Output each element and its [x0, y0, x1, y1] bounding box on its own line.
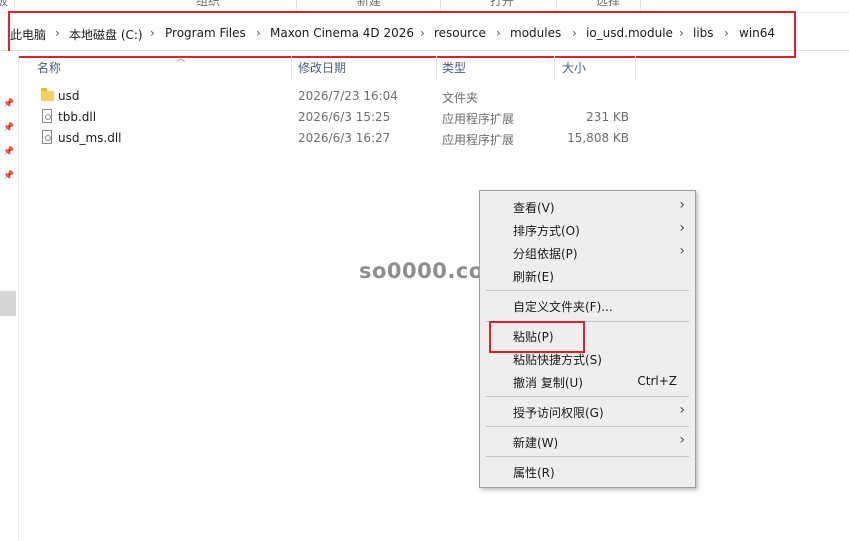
- chevron-right-icon[interactable]: ›: [150, 26, 155, 40]
- menu-item-label: 新建(W): [513, 436, 559, 450]
- breadcrumb-local-disk[interactable]: 本地磁盘 (C:): [69, 26, 143, 43]
- ribbon-label-organize[interactable]: 组织: [196, 0, 220, 9]
- breadcrumb-modules[interactable]: modules: [510, 26, 561, 40]
- menu-separator: [486, 290, 689, 291]
- chevron-right-icon[interactable]: ›: [55, 26, 60, 40]
- menu-item-label: 刷新(E): [513, 270, 554, 284]
- menu-item-label: 授予访问权限(G): [513, 406, 604, 420]
- breadcrumb-cinema4d[interactable]: Maxon Cinema 4D 2026: [270, 26, 414, 40]
- breadcrumb-program-files[interactable]: Program Files: [165, 26, 246, 40]
- chevron-right-icon[interactable]: ›: [572, 26, 577, 40]
- column-header-date[interactable]: 修改日期: [298, 59, 346, 76]
- breadcrumb-resource[interactable]: resource: [434, 26, 486, 40]
- file-type: 应用程序扩展: [442, 112, 515, 126]
- sort-ascending-icon: ︿: [176, 54, 186, 64]
- chevron-right-icon[interactable]: ›: [679, 26, 684, 40]
- file-size: 15,808 KB: [567, 131, 629, 145]
- column-header-row: 名称 ︿ 修改日期 类型 大小: [19, 51, 849, 82]
- ribbon-divider: [14, 0, 15, 12]
- column-divider[interactable]: [436, 55, 437, 81]
- menu-separator: [486, 426, 689, 427]
- file-date: 2026/6/3 15:25: [298, 110, 391, 124]
- pin-icon[interactable]: 📌: [3, 171, 14, 181]
- file-date: 2026/7/23 16:04: [298, 89, 398, 103]
- breadcrumb-libs[interactable]: libs: [693, 26, 714, 40]
- menu-item-paste-shortcut[interactable]: 粘贴快捷方式(S): [480, 348, 695, 371]
- ribbon-divider: [556, 0, 557, 12]
- file-type: 文件夹: [442, 91, 479, 105]
- menu-item-properties[interactable]: 属性(R): [480, 461, 695, 484]
- ribbon-toolbar: 板 组织 新建 打开 选择: [0, 0, 849, 13]
- ribbon-label-new[interactable]: 新建: [357, 0, 381, 9]
- file-name: usd_ms.dll: [58, 131, 122, 145]
- column-divider[interactable]: [635, 55, 636, 81]
- menu-separator: [486, 321, 689, 322]
- menu-item-label: 查看(V): [513, 201, 555, 215]
- chevron-right-icon: ›: [679, 402, 685, 418]
- chevron-right-icon[interactable]: ›: [420, 26, 425, 40]
- menu-item-label: 自定义文件夹(F)...: [513, 300, 613, 314]
- menu-item-refresh[interactable]: 刷新(E): [480, 265, 695, 288]
- ribbon-label-select[interactable]: 选择: [596, 0, 620, 9]
- column-header-type[interactable]: 类型: [442, 59, 466, 76]
- folder-icon: [41, 88, 54, 101]
- pin-icon[interactable]: 📌: [3, 99, 14, 109]
- chevron-right-icon[interactable]: ›: [256, 26, 261, 40]
- file-row[interactable]: usd 2026/7/23 16:04 文件夹: [19, 86, 639, 107]
- chevron-right-icon: ›: [679, 197, 685, 213]
- dll-file-icon: [42, 109, 52, 123]
- chevron-right-icon: ›: [679, 243, 685, 259]
- breadcrumb-io-usd-module[interactable]: io_usd.module: [586, 26, 673, 40]
- breadcrumb-win64[interactable]: win64: [739, 26, 775, 40]
- file-type: 应用程序扩展: [442, 133, 515, 147]
- ribbon-edge-label: 板: [0, 0, 8, 9]
- menu-separator: [486, 396, 689, 397]
- file-row[interactable]: usd_ms.dll 2026/6/3 16:27 应用程序扩展 15,808 …: [19, 128, 639, 149]
- column-divider[interactable]: [554, 55, 555, 81]
- menu-item-view[interactable]: 查看(V) ›: [480, 196, 695, 219]
- menu-item-label: 排序方式(O): [513, 224, 580, 238]
- context-menu: 查看(V) › 排序方式(O) › 分组依据(P) › 刷新(E) 自定义文件夹…: [479, 190, 696, 488]
- menu-item-new[interactable]: 新建(W) ›: [480, 431, 695, 454]
- menu-item-group[interactable]: 分组依据(P) ›: [480, 242, 695, 265]
- chevron-right-icon: ›: [679, 220, 685, 236]
- menu-item-grant-access[interactable]: 授予访问权限(G) ›: [480, 401, 695, 424]
- chevron-right-icon[interactable]: ›: [496, 26, 501, 40]
- file-row[interactable]: tbb.dll 2026/6/3 15:25 应用程序扩展 231 KB: [19, 107, 639, 128]
- file-date: 2026/6/3 16:27: [298, 131, 391, 145]
- menu-item-paste[interactable]: 粘贴(P): [480, 325, 695, 348]
- menu-separator: [486, 456, 689, 457]
- menu-item-label: 撤消 复制(U): [513, 376, 583, 390]
- file-name: usd: [58, 89, 80, 103]
- pin-icon[interactable]: 📌: [3, 123, 14, 133]
- ribbon-divider: [440, 0, 441, 12]
- address-bar[interactable]: 此电脑 › 本地磁盘 (C:) › Program Files › Maxon …: [0, 17, 849, 51]
- file-name: tbb.dll: [58, 110, 97, 124]
- menu-item-label: 粘贴快捷方式(S): [513, 353, 602, 367]
- menu-item-shortcut: Ctrl+Z: [637, 374, 677, 388]
- ribbon-label-open[interactable]: 打开: [490, 0, 514, 9]
- chevron-right-icon: ›: [679, 432, 685, 448]
- menu-item-label: 粘贴(P): [513, 330, 554, 344]
- dll-file-icon: [42, 130, 52, 144]
- column-divider[interactable]: [291, 55, 292, 81]
- menu-item-label: 分组依据(P): [513, 247, 578, 261]
- breadcrumb-this-pc[interactable]: 此电脑: [10, 26, 46, 43]
- ribbon-divider: [640, 0, 641, 12]
- menu-item-label: 属性(R): [513, 466, 555, 480]
- chevron-right-icon[interactable]: ›: [724, 26, 729, 40]
- file-size: 231 KB: [586, 110, 629, 124]
- pin-icon[interactable]: 📌: [3, 147, 14, 157]
- column-header-name[interactable]: 名称: [37, 59, 61, 76]
- ribbon-divider: [296, 0, 297, 12]
- nav-scrollbar-thumb[interactable]: [0, 291, 16, 316]
- column-header-size[interactable]: 大小: [562, 59, 586, 76]
- menu-item-customize-folder[interactable]: 自定义文件夹(F)...: [480, 295, 695, 318]
- menu-item-sort[interactable]: 排序方式(O) ›: [480, 219, 695, 242]
- menu-item-undo-copy[interactable]: 撤消 复制(U) Ctrl+Z: [480, 371, 695, 394]
